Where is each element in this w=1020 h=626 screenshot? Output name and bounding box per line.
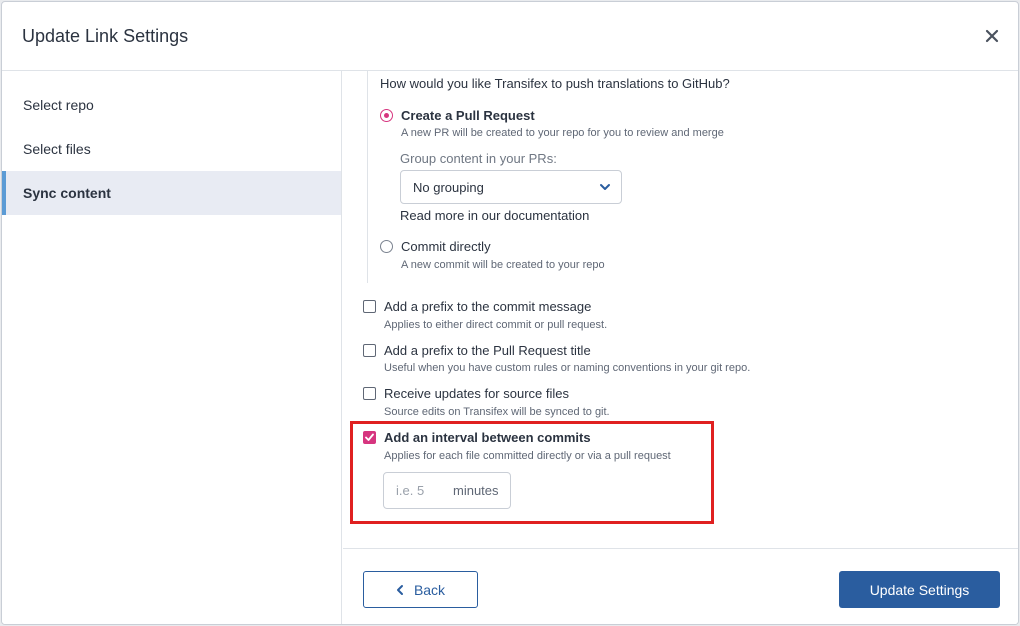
- commit-interval-description: Applies for each file committed directly…: [384, 450, 671, 462]
- pr-title-prefix-description: Useful when you have custom rules or nam…: [384, 362, 751, 374]
- source-updates-label: Receive updates for source files: [384, 386, 569, 401]
- update-settings-button[interactable]: Update Settings: [839, 571, 1000, 608]
- back-button-label: Back: [413, 581, 446, 598]
- interval-unit: minutes: [453, 483, 499, 498]
- dialog-title: Update Link Settings: [22, 26, 189, 46]
- dialog-footer: Back Update Settings: [343, 548, 1018, 624]
- pull-request-description: A new PR will be created to your repo fo…: [401, 127, 724, 139]
- commit-interval-checkbox[interactable]: [363, 431, 376, 444]
- update-link-settings-dialog: Update Link Settings Select repo Select …: [1, 1, 1019, 625]
- source-updates-description: Source edits on Transifex will be synced…: [384, 406, 610, 418]
- close-button[interactable]: [980, 24, 1004, 48]
- steps-sidebar: Select repo Select files Sync content: [2, 71, 342, 624]
- checkmark-icon: [365, 433, 374, 441]
- interval-minutes-field: minutes: [383, 472, 511, 509]
- sidebar-item-label: Sync content: [23, 185, 111, 201]
- group-content-label: Group content in your PRs:: [400, 151, 557, 166]
- dialog-header: Update Link Settings: [2, 2, 1018, 71]
- documentation-link[interactable]: Read more in our documentation: [400, 208, 589, 223]
- sidebar-item-sync-content[interactable]: Sync content: [2, 171, 341, 215]
- back-button[interactable]: Back: [363, 571, 478, 608]
- pull-request-label: Create a Pull Request: [401, 108, 535, 123]
- grouping-select[interactable]: No grouping: [400, 170, 622, 204]
- commit-interval-label: Add an interval between commits: [384, 430, 591, 445]
- chevron-down-icon: [600, 184, 610, 190]
- commit-directly-description: A new commit will be created to your rep…: [401, 259, 605, 271]
- pr-title-prefix-checkbox[interactable]: [363, 344, 376, 357]
- sidebar-item-select-repo[interactable]: Select repo: [2, 83, 341, 127]
- sidebar-item-label: Select repo: [23, 97, 94, 113]
- commit-directly-radio[interactable]: [380, 240, 393, 253]
- push-method-question: How would you like Transifex to push tra…: [380, 76, 730, 91]
- sidebar-item-select-files[interactable]: Select files: [2, 127, 341, 171]
- source-updates-checkbox[interactable]: [363, 387, 376, 400]
- close-icon: [985, 29, 999, 43]
- pull-request-radio[interactable]: [380, 109, 393, 122]
- commit-directly-label: Commit directly: [401, 239, 491, 254]
- commit-prefix-label: Add a prefix to the commit message: [384, 299, 592, 314]
- sidebar-item-label: Select files: [23, 141, 91, 157]
- push-method-group: How would you like Transifex to push tra…: [367, 71, 767, 283]
- chevron-left-icon: [396, 584, 403, 595]
- sync-content-panel: How would you like Transifex to push tra…: [343, 71, 1018, 548]
- commit-prefix-checkbox[interactable]: [363, 300, 376, 313]
- pr-title-prefix-label: Add a prefix to the Pull Request title: [384, 343, 591, 358]
- commit-prefix-description: Applies to either direct commit or pull …: [384, 319, 608, 331]
- grouping-select-value: No grouping: [413, 179, 484, 195]
- interval-input[interactable]: [384, 473, 448, 508]
- update-settings-label: Update Settings: [869, 581, 970, 598]
